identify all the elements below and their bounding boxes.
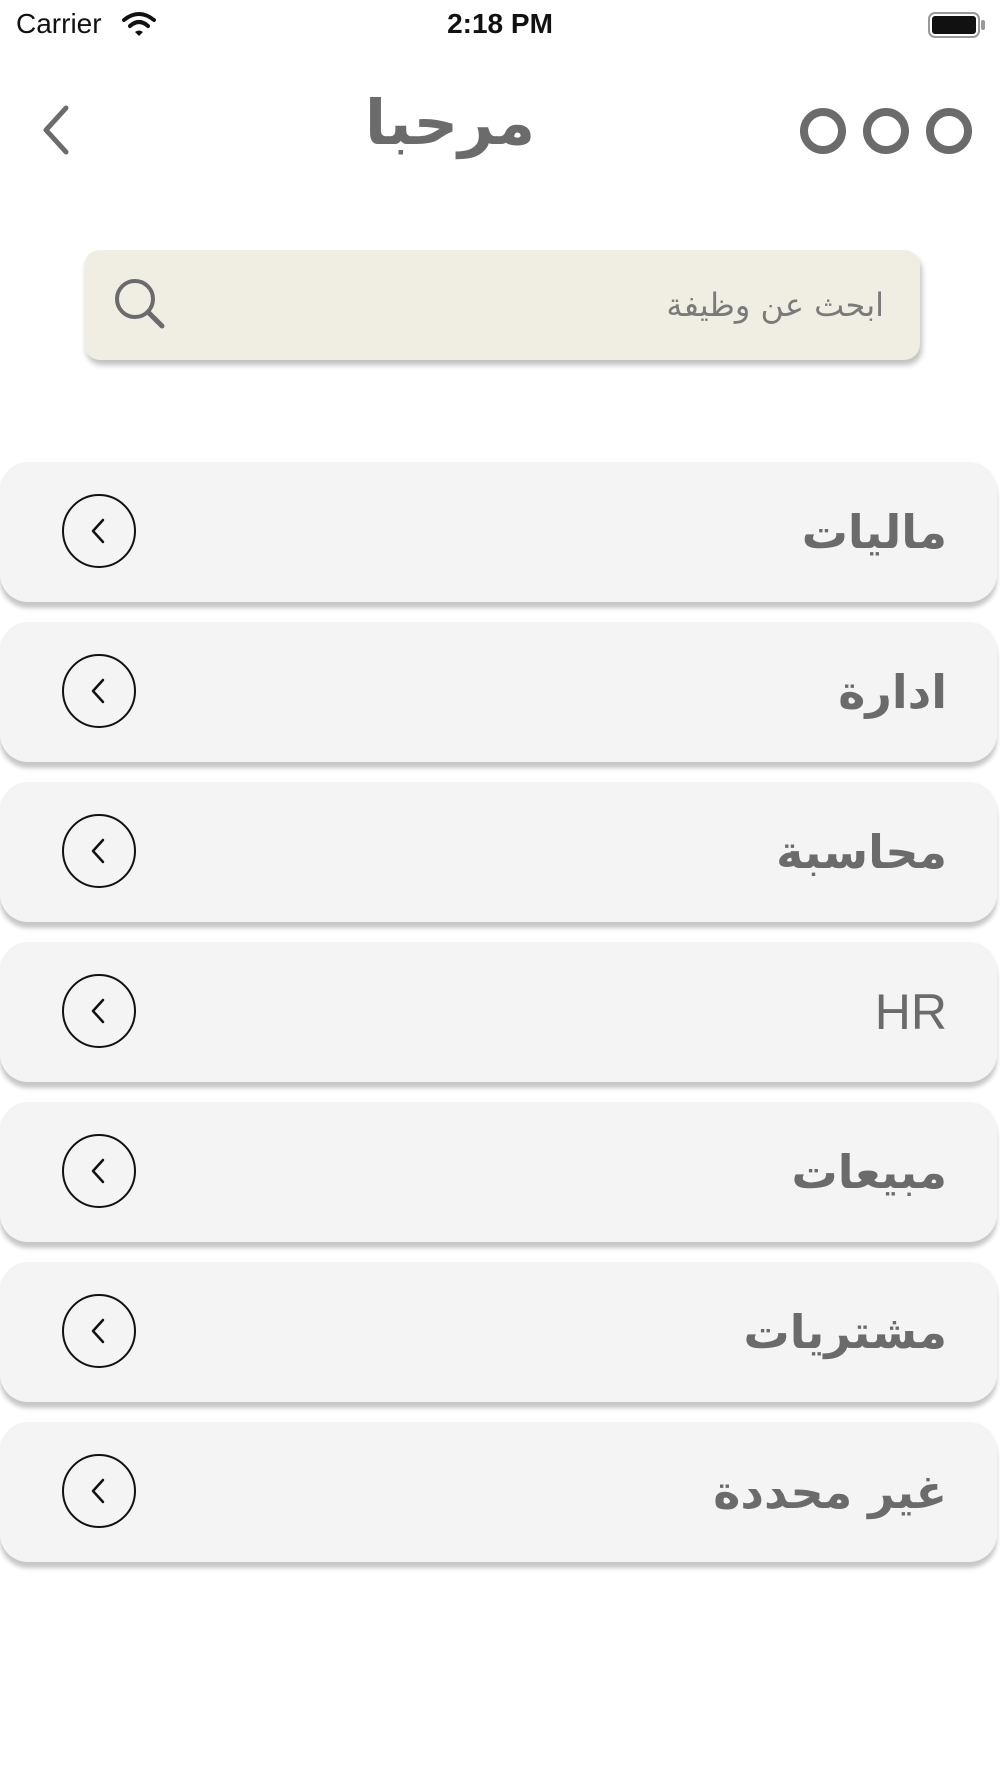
back-button[interactable] <box>36 102 86 158</box>
category-label: محاسبة <box>776 825 947 879</box>
chevron-left-icon <box>62 1454 136 1528</box>
list-item[interactable]: ماليات <box>0 462 997 602</box>
list-item[interactable]: ادارة <box>0 622 997 762</box>
search-input[interactable] <box>184 250 884 360</box>
more-dots-icon <box>863 108 909 154</box>
status-bar: Carrier 2:18 PM <box>0 0 1000 52</box>
battery-icon <box>928 12 985 38</box>
list-item[interactable]: محاسبة <box>0 782 997 922</box>
more-dots-icon <box>926 108 972 154</box>
search-icon[interactable] <box>112 276 168 332</box>
chevron-left-icon <box>43 105 69 155</box>
category-label: غير محددة <box>713 1465 947 1519</box>
category-label: ادارة <box>838 665 947 719</box>
more-dots-icon <box>800 108 846 154</box>
category-label: HR <box>874 984 947 1040</box>
search-box <box>84 250 920 360</box>
chevron-left-icon <box>62 814 136 888</box>
list-item[interactable]: مبيعات <box>0 1102 997 1242</box>
list-item[interactable]: HR <box>0 942 997 1082</box>
nav-bar: مرحبا <box>0 80 1000 180</box>
chevron-left-icon <box>62 654 136 728</box>
more-options-button[interactable] <box>800 106 972 156</box>
chevron-left-icon <box>62 1134 136 1208</box>
chevron-left-icon <box>62 494 136 568</box>
category-label: مشتريات <box>743 1305 947 1359</box>
list-item[interactable]: غير محددة <box>0 1422 997 1562</box>
chevron-left-icon <box>62 1294 136 1368</box>
category-label: ماليات <box>801 505 947 559</box>
clock: 2:18 PM <box>447 8 553 39</box>
page-title: مرحبا <box>364 86 536 159</box>
chevron-left-icon <box>62 974 136 1048</box>
list-item[interactable]: مشتريات <box>0 1262 997 1402</box>
category-label: مبيعات <box>791 1145 948 1199</box>
